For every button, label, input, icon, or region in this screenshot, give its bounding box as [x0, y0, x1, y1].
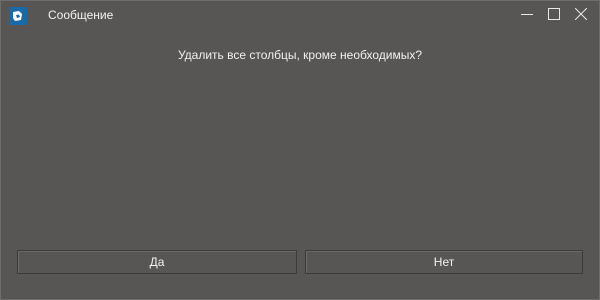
minimize-button[interactable]	[513, 1, 541, 31]
no-button[interactable]: Нет	[305, 250, 583, 274]
close-icon	[574, 7, 588, 25]
yes-button[interactable]: Да	[17, 250, 297, 274]
title-bar[interactable]: Сообщение	[1, 1, 599, 31]
maximize-icon	[548, 7, 560, 25]
maximize-button[interactable]	[540, 1, 568, 31]
message-dialog: Сообщение Удалить все столбцы, кроме нео…	[0, 0, 600, 300]
window-title: Сообщение	[48, 8, 114, 22]
close-button[interactable]	[567, 1, 595, 31]
dialog-message: Удалить все столбцы, кроме необходимых?	[177, 48, 423, 62]
minimize-icon	[521, 7, 533, 25]
app-logo-icon	[9, 7, 27, 25]
